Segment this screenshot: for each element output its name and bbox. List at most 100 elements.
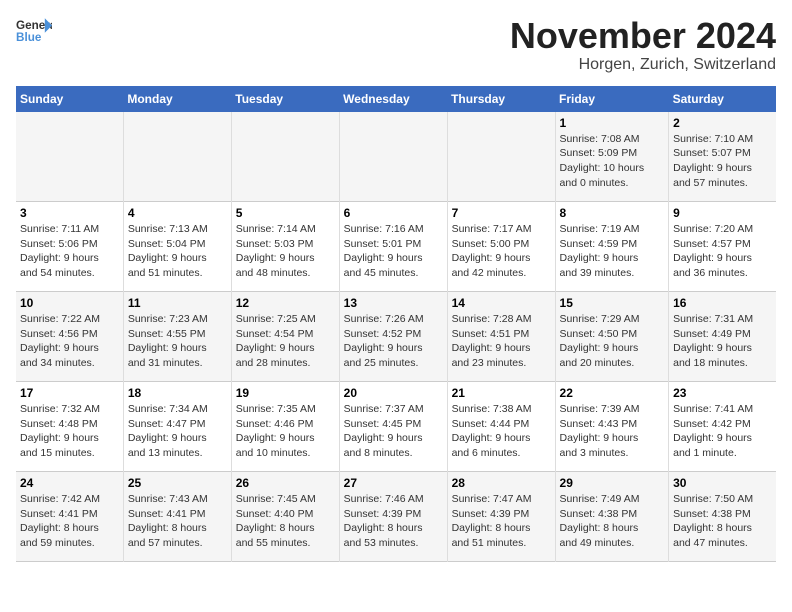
calendar-cell: 24Sunrise: 7:42 AM Sunset: 4:41 PM Dayli… — [16, 472, 123, 562]
day-info: Sunrise: 7:29 AM Sunset: 4:50 PM Dayligh… — [560, 312, 665, 371]
day-number: 8 — [560, 206, 665, 220]
calendar-cell: 12 Sunrise: 7:25 AM Sunset: 4:54 PM Dayli… — [231, 292, 339, 382]
day-info: Sunrise: 7:42 AM Sunset: 4:41 PM Dayligh… — [20, 492, 119, 551]
day-info: Sunrise: 7:35 AM Sunset: 4:46 PM Dayligh… — [236, 402, 335, 461]
day-number: 18 — [128, 386, 227, 400]
day-info: Sunrise: 7:32 AM Sunset: 4:48 PM Dayligh… — [20, 402, 119, 461]
calendar-week-3: 10 Sunrise: 7:22 AM Sunset: 4:56 PM Dayli… — [16, 292, 776, 382]
calendar-cell: 9Sunrise: 7:20 AM Sunset: 4:57 PM Daylig… — [669, 202, 776, 292]
calendar-cell: 29 Sunrise: 7:49 AM Sunset: 4:38 PM Dayli… — [555, 472, 669, 562]
day-number: 19 — [236, 386, 335, 400]
day-number: 27 — [344, 476, 443, 490]
day-info: Sunrise: 7:19 AM Sunset: 4:59 PM Dayligh… — [560, 222, 665, 281]
day-number: 3 — [20, 206, 119, 220]
day-info: Sunrise: 7:47 AM Sunset: 4:39 PM Dayligh… — [452, 492, 551, 551]
calendar-cell — [231, 112, 339, 202]
logo-icon: General Blue — [16, 16, 52, 44]
calendar-week-2: 3 Sunrise: 7:11 AM Sunset: 5:06 PM Daylig… — [16, 202, 776, 292]
logo: General Blue — [16, 16, 52, 44]
calendar-cell: 27 Sunrise: 7:46 AM Sunset: 4:39 PM Dayli… — [339, 472, 447, 562]
day-info: Sunrise: 7:26 AM Sunset: 4:52 PM Dayligh… — [344, 312, 443, 371]
day-info: Sunrise: 7:37 AM Sunset: 4:45 PM Dayligh… — [344, 402, 443, 461]
calendar-cell: 5 Sunrise: 7:14 AM Sunset: 5:03 PM Daylig… — [231, 202, 339, 292]
calendar-week-4: 17 Sunrise: 7:32 AM Sunset: 4:48 PM Dayli… — [16, 382, 776, 472]
day-number: 17 — [20, 386, 119, 400]
calendar-cell: 22 Sunrise: 7:39 AM Sunset: 4:43 PM Dayli… — [555, 382, 669, 472]
weekday-header-saturday: Saturday — [669, 86, 776, 112]
day-number: 14 — [452, 296, 551, 310]
day-info: Sunrise: 7:39 AM Sunset: 4:43 PM Dayligh… — [560, 402, 665, 461]
day-number: 26 — [236, 476, 335, 490]
day-info: Sunrise: 7:16 AM Sunset: 5:01 PM Dayligh… — [344, 222, 443, 281]
day-info: Sunrise: 7:41 AM Sunset: 4:42 PM Dayligh… — [673, 402, 772, 461]
day-info: Sunrise: 7:25 AM Sunset: 4:54 PM Dayligh… — [236, 312, 335, 371]
day-number: 9 — [673, 206, 772, 220]
day-number: 7 — [452, 206, 551, 220]
calendar-cell — [339, 112, 447, 202]
calendar-cell: 11Sunrise: 7:23 AM Sunset: 4:55 PM Dayli… — [123, 292, 231, 382]
month-title: November 2024 — [510, 16, 776, 56]
day-number: 29 — [560, 476, 665, 490]
location-title: Horgen, Zurich, Switzerland — [510, 56, 776, 74]
day-info: Sunrise: 7:31 AM Sunset: 4:49 PM Dayligh… — [673, 312, 772, 371]
weekday-header-sunday: Sunday — [16, 86, 123, 112]
day-number: 25 — [128, 476, 227, 490]
calendar-cell: 15 Sunrise: 7:29 AM Sunset: 4:50 PM Dayli… — [555, 292, 669, 382]
header: General Blue November 2024 Horgen, Zuric… — [16, 16, 776, 74]
calendar-body: 1Sunrise: 7:08 AM Sunset: 5:09 PM Daylig… — [16, 112, 776, 562]
day-info: Sunrise: 7:45 AM Sunset: 4:40 PM Dayligh… — [236, 492, 335, 551]
calendar-cell: 28Sunrise: 7:47 AM Sunset: 4:39 PM Dayli… — [447, 472, 555, 562]
day-number: 15 — [560, 296, 665, 310]
calendar-cell: 1Sunrise: 7:08 AM Sunset: 5:09 PM Daylig… — [555, 112, 669, 202]
calendar-cell: 13 Sunrise: 7:26 AM Sunset: 4:52 PM Dayli… — [339, 292, 447, 382]
day-info: Sunrise: 7:22 AM Sunset: 4:56 PM Dayligh… — [20, 312, 119, 371]
day-number: 12 — [236, 296, 335, 310]
day-number: 16 — [673, 296, 772, 310]
calendar-cell: 16 Sunrise: 7:31 AM Sunset: 4:49 PM Dayli… — [669, 292, 776, 382]
calendar-cell: 10 Sunrise: 7:22 AM Sunset: 4:56 PM Dayli… — [16, 292, 123, 382]
weekday-header-tuesday: Tuesday — [231, 86, 339, 112]
title-section: November 2024 Horgen, Zurich, Switzerlan… — [510, 16, 776, 74]
calendar-table: SundayMondayTuesdayWednesdayThursdayFrid… — [16, 86, 776, 563]
calendar-cell: 14 Sunrise: 7:28 AM Sunset: 4:51 PM Dayli… — [447, 292, 555, 382]
calendar-cell — [123, 112, 231, 202]
calendar-cell: 25 Sunrise: 7:43 AM Sunset: 4:41 PM Dayli… — [123, 472, 231, 562]
day-number: 2 — [673, 116, 772, 130]
weekday-header-thursday: Thursday — [447, 86, 555, 112]
day-number: 22 — [560, 386, 665, 400]
calendar-cell: 8 Sunrise: 7:19 AM Sunset: 4:59 PM Daylig… — [555, 202, 669, 292]
calendar-cell: 30Sunrise: 7:50 AM Sunset: 4:38 PM Dayli… — [669, 472, 776, 562]
calendar-cell — [16, 112, 123, 202]
calendar-cell: 26 Sunrise: 7:45 AM Sunset: 4:40 PM Dayli… — [231, 472, 339, 562]
day-info: Sunrise: 7:11 AM Sunset: 5:06 PM Dayligh… — [20, 222, 119, 281]
day-number: 21 — [452, 386, 551, 400]
day-info: Sunrise: 7:49 AM Sunset: 4:38 PM Dayligh… — [560, 492, 665, 551]
day-number: 5 — [236, 206, 335, 220]
day-number: 13 — [344, 296, 443, 310]
calendar-cell: 7 Sunrise: 7:17 AM Sunset: 5:00 PM Daylig… — [447, 202, 555, 292]
calendar-week-5: 24Sunrise: 7:42 AM Sunset: 4:41 PM Dayli… — [16, 472, 776, 562]
calendar-cell: 6Sunrise: 7:16 AM Sunset: 5:01 PM Daylig… — [339, 202, 447, 292]
day-info: Sunrise: 7:28 AM Sunset: 4:51 PM Dayligh… — [452, 312, 551, 371]
day-number: 11 — [128, 296, 227, 310]
day-info: Sunrise: 7:13 AM Sunset: 5:04 PM Dayligh… — [128, 222, 227, 281]
calendar-cell: 4Sunrise: 7:13 AM Sunset: 5:04 PM Daylig… — [123, 202, 231, 292]
day-info: Sunrise: 7:50 AM Sunset: 4:38 PM Dayligh… — [673, 492, 772, 551]
day-info: Sunrise: 7:14 AM Sunset: 5:03 PM Dayligh… — [236, 222, 335, 281]
day-number: 10 — [20, 296, 119, 310]
weekday-header-monday: Monday — [123, 86, 231, 112]
calendar-cell: 20Sunrise: 7:37 AM Sunset: 4:45 PM Dayli… — [339, 382, 447, 472]
weekday-header-friday: Friday — [555, 86, 669, 112]
calendar-cell: 21Sunrise: 7:38 AM Sunset: 4:44 PM Dayli… — [447, 382, 555, 472]
day-info: Sunrise: 7:08 AM Sunset: 5:09 PM Dayligh… — [560, 132, 665, 191]
day-info: Sunrise: 7:43 AM Sunset: 4:41 PM Dayligh… — [128, 492, 227, 551]
day-info: Sunrise: 7:46 AM Sunset: 4:39 PM Dayligh… — [344, 492, 443, 551]
day-info: Sunrise: 7:10 AM Sunset: 5:07 PM Dayligh… — [673, 132, 772, 191]
day-info: Sunrise: 7:17 AM Sunset: 5:00 PM Dayligh… — [452, 222, 551, 281]
svg-text:Blue: Blue — [16, 31, 42, 44]
day-number: 23 — [673, 386, 772, 400]
weekday-header-wednesday: Wednesday — [339, 86, 447, 112]
calendar-cell: 19 Sunrise: 7:35 AM Sunset: 4:46 PM Dayli… — [231, 382, 339, 472]
weekday-header-row: SundayMondayTuesdayWednesdayThursdayFrid… — [16, 86, 776, 112]
calendar-cell — [447, 112, 555, 202]
